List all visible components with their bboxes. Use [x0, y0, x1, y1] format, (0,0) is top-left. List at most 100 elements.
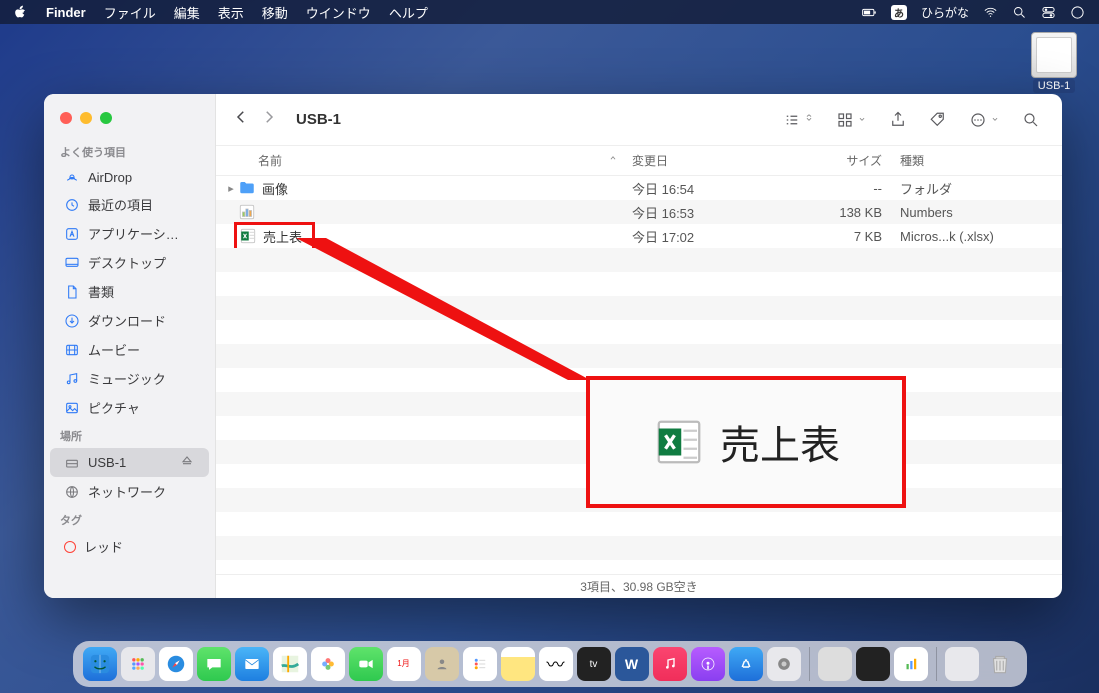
file-row[interactable]: 売上表 今日 16:53 138 KB Numbers	[216, 200, 1062, 224]
sidebar-item-usb[interactable]: USB-1	[50, 448, 209, 477]
apple-icon[interactable]	[14, 5, 28, 19]
sidebar-item-movies[interactable]: ムービー	[50, 335, 209, 364]
search-button[interactable]	[1016, 107, 1046, 133]
file-size: 138 KB	[800, 205, 900, 220]
dock-launchpad[interactable]	[121, 647, 155, 681]
sidebar-item-pictures[interactable]: ピクチャ	[50, 393, 209, 422]
sidebar-item-documents[interactable]: 書類	[50, 277, 209, 306]
desktop-disk-label: USB-1	[1033, 79, 1075, 93]
view-list-button[interactable]	[777, 107, 820, 133]
siri-icon[interactable]	[1070, 5, 1085, 20]
dock-tv[interactable]: tv	[577, 647, 611, 681]
menubar-file[interactable]: ファイル	[104, 3, 156, 22]
column-name[interactable]: 名前	[258, 152, 632, 169]
sidebar-item-recents[interactable]: 最近の項目	[50, 190, 209, 219]
sort-indicator-icon	[608, 152, 618, 169]
desktop-disk-usb[interactable]: USB-1	[1031, 32, 1077, 92]
dock-calendar[interactable]: 1月	[387, 647, 421, 681]
finder-main: USB-1 名前 変更日 サイズ 種類 ▸ 画像 今日 16:54	[216, 94, 1062, 598]
sidebar-item-downloads[interactable]: ダウンロード	[50, 306, 209, 335]
menubar-app-name[interactable]: Finder	[46, 5, 86, 20]
spotlight-icon[interactable]	[1012, 5, 1027, 20]
sidebar-section-favorites: よく使う項目	[44, 138, 215, 164]
file-kind: Micros...k (.xlsx)	[900, 229, 1062, 244]
column-modified[interactable]: 変更日	[632, 152, 800, 169]
dock-recent-1[interactable]	[818, 647, 852, 681]
callout-connector	[288, 230, 588, 390]
dock-trash[interactable]	[983, 647, 1017, 681]
sidebar-item-tag-red[interactable]: レッド	[50, 532, 209, 561]
toolbar: USB-1	[216, 94, 1062, 146]
file-modified: 今日 17:02	[632, 227, 800, 246]
sidebar: よく使う項目 AirDrop 最近の項目 アプリケーシ… デスクトップ 書類 ダ…	[44, 94, 216, 598]
file-modified: 今日 16:53	[632, 203, 800, 222]
dock-podcasts[interactable]	[691, 647, 725, 681]
forward-button[interactable]	[260, 108, 278, 131]
control-center-icon[interactable]	[1041, 5, 1056, 20]
sidebar-item-desktop[interactable]: デスクトップ	[50, 248, 209, 277]
eject-icon[interactable]	[179, 453, 195, 472]
dock-music[interactable]	[653, 647, 687, 681]
column-size[interactable]: サイズ	[800, 152, 900, 169]
dock-facetime[interactable]	[349, 647, 383, 681]
dock-finder[interactable]	[83, 647, 117, 681]
sidebar-item-label: AirDrop	[88, 170, 132, 185]
dock-maps[interactable]	[273, 647, 307, 681]
sidebar-item-label: 最近の項目	[88, 195, 153, 214]
ime-badge[interactable]: あ	[891, 5, 907, 20]
share-button[interactable]	[883, 107, 913, 133]
file-size: --	[800, 181, 900, 196]
disclosure-triangle-icon[interactable]: ▸	[224, 182, 238, 195]
dock-contacts[interactable]	[425, 647, 459, 681]
dock: 1月 〰 tv W	[73, 641, 1027, 687]
zoom-button[interactable]	[100, 112, 112, 124]
disk-icon	[1031, 32, 1077, 78]
sidebar-item-airdrop[interactable]: AirDrop	[50, 164, 209, 190]
close-button[interactable]	[60, 112, 72, 124]
group-button[interactable]	[830, 107, 873, 133]
excel-file-icon	[239, 227, 257, 245]
dock-appstore[interactable]	[729, 647, 763, 681]
actions-button[interactable]	[963, 107, 1006, 133]
sidebar-item-label: ダウンロード	[88, 311, 166, 330]
sidebar-item-label: デスクトップ	[88, 253, 166, 272]
ime-mode[interactable]: ひらがな	[921, 4, 969, 21]
column-kind[interactable]: 種類	[900, 152, 1062, 169]
menubar-window[interactable]: ウインドウ	[306, 3, 371, 22]
menubar-view[interactable]: 表示	[218, 3, 244, 22]
file-name: 画像	[262, 179, 288, 198]
annotation-callout: 売上表	[586, 376, 906, 508]
menubar-go[interactable]: 移動	[262, 3, 288, 22]
sidebar-section-tags: タグ	[44, 506, 215, 532]
dock-downloads[interactable]	[945, 647, 979, 681]
dock-photos[interactable]	[311, 647, 345, 681]
callout-label: 売上表	[720, 413, 840, 471]
dock-messages[interactable]	[197, 647, 231, 681]
back-button[interactable]	[232, 108, 250, 131]
sidebar-item-applications[interactable]: アプリケーシ…	[50, 219, 209, 248]
dock-safari[interactable]	[159, 647, 193, 681]
wifi-icon[interactable]	[983, 5, 998, 20]
sidebar-item-network[interactable]: ネットワーク	[50, 477, 209, 506]
dock-mail[interactable]	[235, 647, 269, 681]
sidebar-section-locations: 場所	[44, 422, 215, 448]
battery-icon[interactable]	[862, 5, 877, 20]
file-size: 7 KB	[800, 229, 900, 244]
dock-recent-2[interactable]	[856, 647, 890, 681]
tags-button[interactable]	[923, 107, 953, 133]
sidebar-item-music[interactable]: ミュージック	[50, 364, 209, 393]
dock-separator	[809, 647, 810, 681]
dock-freeform[interactable]: 〰	[539, 647, 573, 681]
file-row[interactable]: ▸ 画像 今日 16:54 -- フォルダ	[216, 176, 1062, 200]
dock-word[interactable]: W	[615, 647, 649, 681]
sidebar-item-label: ピクチャ	[88, 398, 140, 417]
dock-settings[interactable]	[767, 647, 801, 681]
menubar-edit[interactable]: 編集	[174, 3, 200, 22]
minimize-button[interactable]	[80, 112, 92, 124]
menubar: Finder ファイル 編集 表示 移動 ウインドウ ヘルプ あ ひらがな	[0, 0, 1099, 24]
sidebar-item-label: USB-1	[88, 455, 126, 470]
dock-recent-3[interactable]	[894, 647, 928, 681]
menubar-help[interactable]: ヘルプ	[389, 3, 428, 22]
dock-reminders[interactable]	[463, 647, 497, 681]
dock-notes[interactable]	[501, 647, 535, 681]
